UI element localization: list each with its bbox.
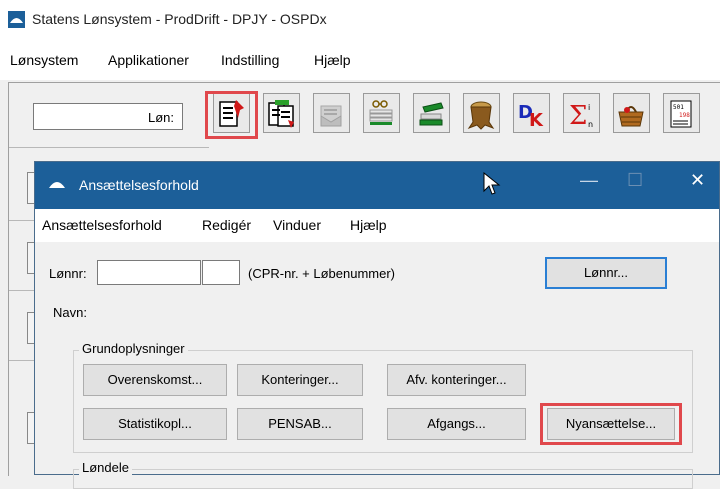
svg-text:i: i [588, 103, 590, 112]
svg-text:K: K [529, 110, 544, 130]
toolbar-glasses-button[interactable] [363, 93, 400, 133]
app-logo-icon [8, 11, 25, 28]
dialog-menu-rediger[interactable]: Redigér [202, 217, 251, 233]
svg-text:198: 198 [679, 112, 690, 119]
afgangs-button[interactable]: Afgangs... [387, 408, 526, 440]
navn-label: Navn: [53, 305, 87, 320]
glasses-pages-icon [369, 100, 393, 125]
dialog-logo-icon [47, 175, 67, 191]
dialog-menu-vinduer[interactable]: Vinduer [273, 217, 321, 233]
toolbar-documents-button[interactable] [263, 93, 300, 133]
dialog-title: Ansættelsesforhold [79, 177, 199, 193]
londele-title: Løndele [79, 460, 132, 475]
toolbar-dk-button[interactable]: D K [513, 93, 550, 133]
lonnr-button[interactable]: Lønnr... [545, 257, 667, 289]
cursor-icon [483, 172, 501, 195]
app-menu-bar: Lønsystem Applikationer Indstilling Hjæl… [0, 40, 720, 80]
statistikopl-button[interactable]: Statistikopl... [83, 408, 227, 440]
toolbar-calculator-button[interactable]: 501 198 [663, 93, 700, 133]
mail-icon [320, 105, 342, 127]
toolbar-sum-button[interactable]: Σ i n [563, 93, 600, 133]
toolbar-books-button[interactable] [413, 93, 450, 133]
book-stack-icon [419, 102, 444, 126]
employment-dialog: Ansættelsesforhold — ☐ ✕ Ansættelsesforh… [34, 161, 720, 489]
basket-icon [618, 106, 644, 127]
svg-text:Σ: Σ [569, 101, 587, 130]
toolbar-basket-button[interactable] [613, 93, 650, 133]
nyansaettelse-highlight [540, 403, 682, 445]
toolbar-tree-button[interactable] [463, 93, 500, 133]
maximize-button: ☐ [627, 170, 644, 190]
lonnr-input[interactable] [97, 260, 201, 285]
konteringer-button[interactable]: Konteringer... [237, 364, 363, 396]
minimize-button[interactable]: — [580, 170, 598, 191]
svg-text:n: n [588, 120, 593, 129]
menu-hjaelp[interactable]: Hjælp [314, 52, 351, 68]
overenskomst-button[interactable]: Overenskomst... [83, 364, 227, 396]
grundoplysninger-title: Grundoplysninger [79, 341, 188, 356]
divider [9, 147, 209, 148]
dialog-menu-ansaettelsesforhold[interactable]: Ansættelsesforhold [42, 217, 162, 233]
toolbar-highlight [205, 91, 258, 139]
svg-text:501: 501 [673, 104, 684, 111]
dialog-title-bar: Ansættelsesforhold — ☐ ✕ [35, 162, 719, 209]
menu-lonsystem[interactable]: Lønsystem [10, 52, 78, 68]
menu-indstilling[interactable]: Indstilling [221, 52, 279, 68]
close-button[interactable]: ✕ [690, 170, 705, 191]
calculator-icon: 501 198 [670, 100, 692, 128]
tree-stump-icon [467, 101, 495, 130]
sum-icon: Σ i n [569, 101, 593, 130]
londele-group [73, 469, 693, 489]
app-title-bar: Statens Lønsystem - ProdDrift - DPJY - O… [0, 0, 720, 40]
toolbar-mail-button [313, 93, 350, 133]
pensab-button[interactable]: PENSAB... [237, 408, 363, 440]
lon-label: Løn: [148, 110, 175, 125]
documents-icon [268, 100, 294, 128]
dialog-menu-bar: Ansættelsesforhold Redigér Vinduer Hjælp [35, 209, 719, 242]
app-title: Statens Lønsystem - ProdDrift - DPJY - O… [32, 11, 327, 27]
dialog-menu-hjaelp[interactable]: Hjælp [350, 217, 387, 233]
afv-konteringer-button[interactable]: Afv. konteringer... [387, 364, 526, 396]
lonnr-hint: (CPR-nr. + Løbenummer) [248, 266, 396, 281]
lonnr-label: Lønnr: [49, 266, 87, 281]
menu-applikationer[interactable]: Applikationer [108, 52, 189, 68]
dk-icon: D K [518, 102, 544, 130]
lobenummer-input[interactable] [202, 260, 240, 285]
